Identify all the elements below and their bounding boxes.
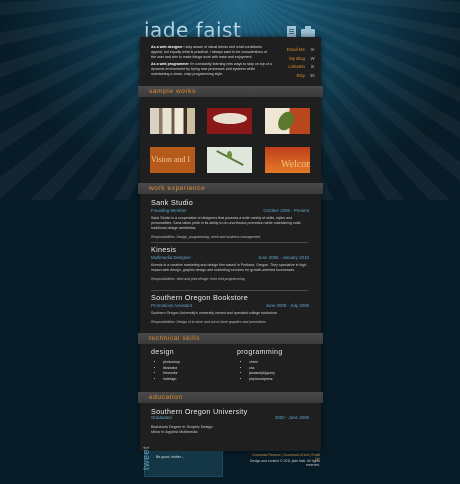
skill-item: photoshop [163,360,180,366]
contact-email-link[interactable]: Email Me ✉ [280,46,318,55]
etsy-icon[interactable]: Et [309,73,316,79]
job-role: Multimedia Designer [151,255,192,260]
education-status: Graduated [151,415,172,420]
divider [151,290,308,291]
footer-copyright: Design and content © 2011 jade faist. Al… [249,459,320,467]
skill-item: indesign [163,377,180,383]
divider [151,242,308,243]
tweet-text: Be good, twitter... [156,455,184,459]
section-title: education [149,394,183,401]
job-description: Sank Studio is a cooperative of designer… [151,216,302,230]
sample-work-thumbnail[interactable] [207,108,252,134]
section-title: work experience [149,185,206,192]
contact-blog-link[interactable]: My Blog W [280,55,318,64]
envelope-icon[interactable]: ✉ [309,47,316,53]
sample-work-thumbnail[interactable] [150,108,195,134]
sample-work-thumbnail[interactable]: Welcom [265,147,310,173]
section-title: technical skills [149,335,201,342]
wordpress-icon[interactable]: W [309,56,316,62]
section-header-work-experience: work experience [138,183,323,194]
section-header-sample-works: sample works [138,86,323,97]
contact-blog-label[interactable]: My Blog [289,56,305,61]
contact-email-label[interactable]: Email Me [287,47,305,52]
job-description: Southern Oregon University's university … [151,311,278,315]
section-header-education: education [138,392,323,403]
sample-work-thumbnail[interactable] [207,147,252,173]
skills-design-heading: design [151,349,175,356]
job-role: Promotions Assistant [151,303,192,308]
contact-links: Email Me ✉ My Blog W LinkedIn in Etsy Et [280,46,318,80]
job-role: Founding Member [151,208,187,213]
skill-item: php/wordpress [249,377,283,383]
intro-programmer-bold: As a web programmer [151,61,189,66]
linkedin-icon[interactable]: in [309,64,316,70]
contact-etsy-label[interactable]: Etsy [296,73,305,78]
section-header-technical-skills: technical skills [138,333,323,344]
contact-etsy-link[interactable]: Etsy Et [280,72,318,81]
job-responsibilities: Responsibilities: Design, programming, c… [151,235,261,239]
contact-linkedin-label[interactable]: LinkedIn [288,64,305,69]
thumbnail-text: Welcom [281,159,310,170]
job-responsibilities: Responsibilities: Design of in-store and… [151,320,266,324]
job-dates: October 2006 - Present [263,208,309,213]
education-minor: Minor in Applied Multimedia [151,430,198,435]
tweet-label: tweet [141,445,151,470]
sample-work-thumbnail[interactable] [265,108,310,134]
job-dates: June 2006 - January 2010 [257,255,309,260]
sample-work-thumbnail[interactable]: Vision and I [150,147,195,173]
section-title: sample works [149,88,196,95]
thumbnail-text: Vision and I [151,155,191,164]
education-details: Bachelors Degree in Graphic Design Minor… [151,425,213,436]
skills-programming-column: programming xhtml css javascript/jquery … [237,348,283,382]
job-entry: Kinesis Multimedia Designer June 2006 - … [151,245,309,282]
job-company: Kinesis [151,245,177,254]
education-row: Graduated 2002 - June 2006 [151,415,309,423]
skills-programming-heading: programming [237,349,283,356]
education-dates: 2002 - June 2006 [274,415,309,420]
job-description: Kinesis is a creative marketing and desi… [151,263,308,272]
intro-designer-bold: As a web designer [151,45,183,49]
resume-panel: As a web designer I stay aware of visual… [138,37,323,451]
job-company: Sank Studio [151,198,194,207]
job-company: Southern Oregon Bookstore [151,293,248,302]
job-entry: Southern Oregon Bookstore Promotions Ass… [151,293,309,325]
contact-linkedin-link[interactable]: LinkedIn in [280,63,318,72]
job-dates: June 2005 - July 2006 [265,303,309,308]
intro-text: As a web designer I stay aware of visual… [151,45,273,78]
skills-design-column: design photoshop illustrator fireworks i… [151,348,180,382]
job-responsibilities: Responsibilities: Web and print design, … [151,277,245,281]
skill-item: fireworks [163,371,180,377]
job-entry: Sank Studio Founding Member October 2006… [151,198,309,240]
